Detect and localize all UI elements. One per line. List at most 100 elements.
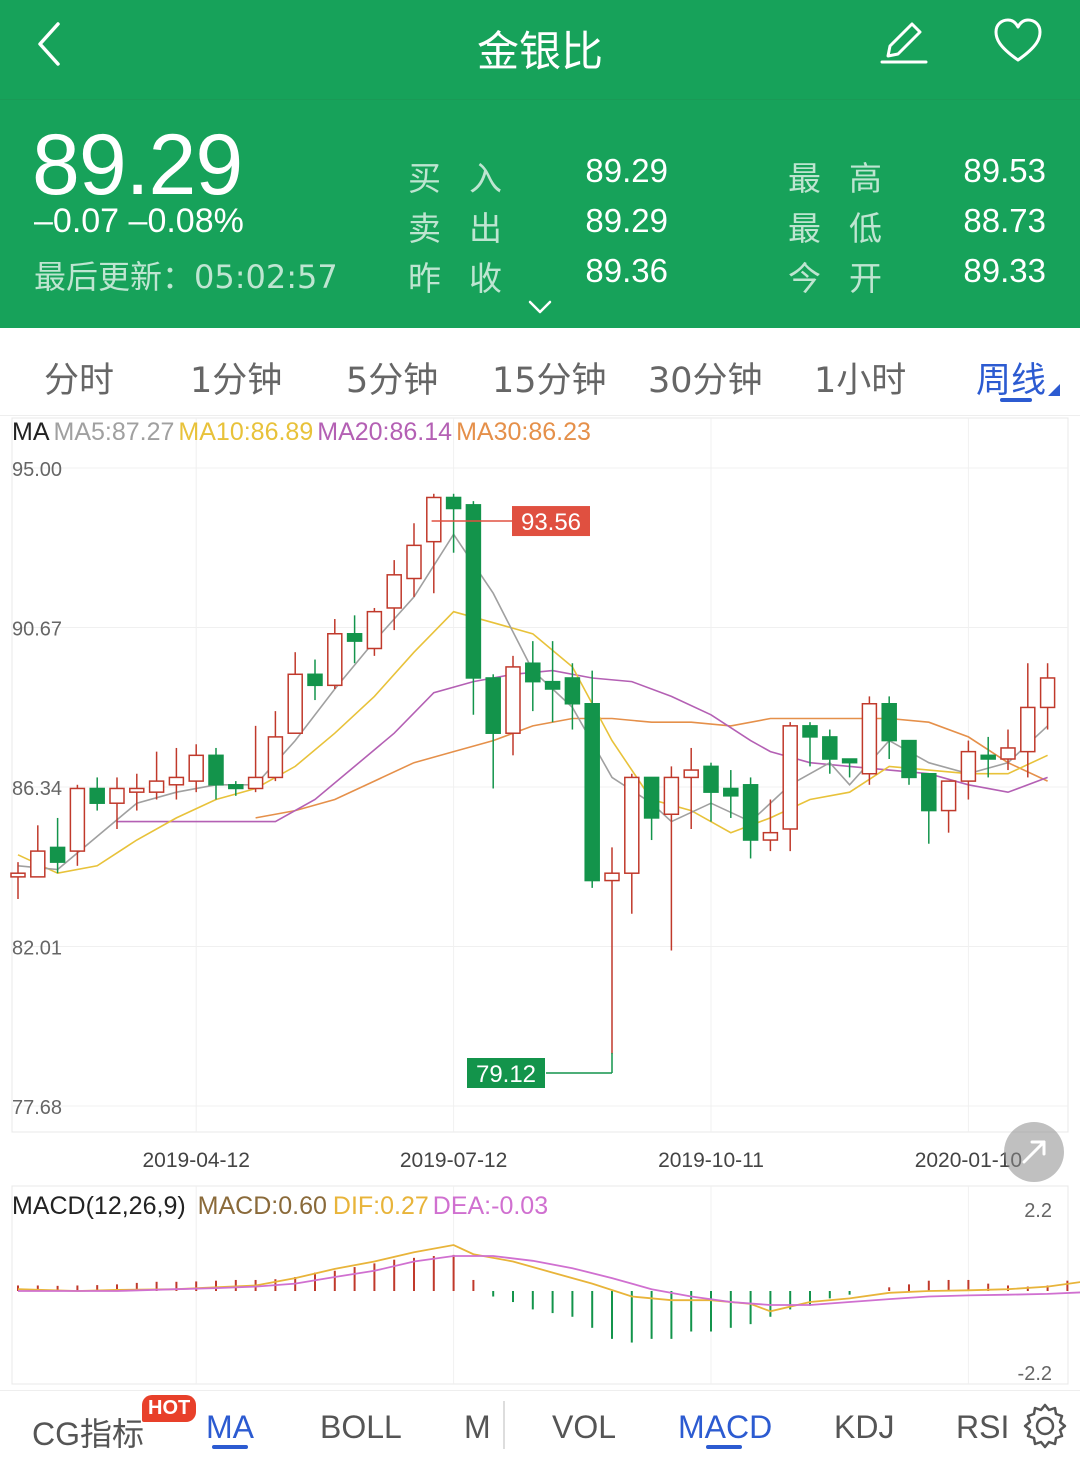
candle-body xyxy=(406,544,422,580)
macd-value: MACD:0.60 xyxy=(197,1192,327,1220)
prev-close-value: 89.36 xyxy=(585,252,668,289)
x-tick-label: 2019-07-12 xyxy=(400,1149,507,1172)
ask-value: 89.29 xyxy=(585,202,668,239)
macd-y-max-label: 2.2 xyxy=(1024,1200,1052,1222)
macd-y-axis-labels: 2.2 -2.2 xyxy=(1018,1200,1052,1385)
dea-value: DEA:-0.03 xyxy=(432,1192,549,1220)
tab-timeshare[interactable]: 分时 xyxy=(44,352,114,403)
tab-1hour[interactable]: 1小时 xyxy=(814,352,906,403)
fullscreen-chart-button[interactable] xyxy=(1004,1122,1064,1182)
tab-1min[interactable]: 1分钟 xyxy=(190,352,282,403)
chevron-down-icon xyxy=(528,300,552,314)
min-price-label: 79.12 xyxy=(476,1061,536,1088)
prev-close-label: 昨收 xyxy=(408,259,530,298)
candle xyxy=(604,847,620,1054)
candle xyxy=(663,766,680,951)
candle-body xyxy=(960,750,977,782)
candle-body xyxy=(485,677,501,734)
hot-badge: HOT xyxy=(142,1395,197,1422)
period-dropdown-icon[interactable] xyxy=(1048,384,1060,396)
candle xyxy=(742,777,759,859)
candle xyxy=(89,777,105,811)
tab-5min[interactable]: 5分钟 xyxy=(346,352,438,403)
low-label: 最低 xyxy=(788,209,910,248)
y-tick-label: 82.01 xyxy=(12,938,62,960)
candle xyxy=(544,641,561,723)
candle-body xyxy=(802,725,818,738)
indicator-settings-button[interactable] xyxy=(1020,1401,1070,1451)
candle xyxy=(802,722,818,767)
candle-body xyxy=(445,496,462,510)
candle xyxy=(426,493,442,594)
candle-body xyxy=(663,776,680,816)
candle xyxy=(782,722,798,852)
candle xyxy=(327,619,343,690)
candle-body xyxy=(89,787,105,804)
indicator-tab-cg[interactable]: CG指标 xyxy=(32,1409,144,1455)
ask-label: 卖出 xyxy=(408,209,530,248)
candle-body xyxy=(1020,706,1036,753)
candle xyxy=(841,758,858,778)
candle xyxy=(267,711,284,782)
candle-body xyxy=(762,831,779,841)
candle-body xyxy=(564,677,581,705)
candle-body xyxy=(980,754,996,760)
candle-body xyxy=(881,703,897,742)
candle-body xyxy=(525,662,541,683)
candle xyxy=(861,696,878,785)
candle-body xyxy=(940,780,957,812)
candle xyxy=(346,615,363,664)
candle xyxy=(960,740,977,800)
candle xyxy=(228,781,244,796)
edit-button[interactable] xyxy=(874,12,934,72)
indicator-tab-macd[interactable]: MACD xyxy=(678,1409,772,1446)
pencil-icon xyxy=(880,22,928,64)
macd-tab-indicator xyxy=(706,1445,742,1449)
tab-30min[interactable]: 30分钟 xyxy=(648,352,763,403)
candle-body xyxy=(129,787,145,793)
candle xyxy=(208,747,224,800)
candle xyxy=(643,776,660,841)
kline-chart[interactable]: 95.00 90.67 86.34 82.01 77.68 2019-04-12 2019… xyxy=(0,416,1080,1176)
indicator-tab-m[interactable]: M xyxy=(464,1409,491,1446)
candle-body xyxy=(723,787,739,797)
candle-body xyxy=(49,846,66,863)
ma30-value: MA30:86.23 xyxy=(456,418,591,446)
indicator-tab-boll[interactable]: BOLL xyxy=(320,1409,402,1446)
indicator-tab-kdj[interactable]: KDJ xyxy=(834,1409,894,1446)
candle-body xyxy=(426,496,442,543)
candle xyxy=(1039,663,1056,730)
candle-body xyxy=(346,633,363,642)
candle xyxy=(703,762,719,822)
x-axis-labels: 2019-04-12 2019-07-12 2019-10-11 2020-01-10 xyxy=(142,1149,1022,1172)
tab-separator xyxy=(503,1401,505,1449)
open-label: 今开 xyxy=(788,259,910,298)
candle xyxy=(445,493,462,553)
candle-body xyxy=(742,784,759,841)
dif-value: DIF:0.27 xyxy=(332,1192,429,1220)
candle-body xyxy=(822,736,838,760)
dif-line xyxy=(17,1244,1080,1313)
candle-body xyxy=(465,504,482,679)
candles xyxy=(10,493,1056,1054)
bid-value: 89.29 xyxy=(585,152,668,189)
candle-body xyxy=(148,780,165,793)
expand-quotes-button[interactable] xyxy=(522,292,558,322)
candle xyxy=(406,523,422,597)
indicator-tab-ma[interactable]: MA xyxy=(206,1409,254,1446)
favorite-button[interactable] xyxy=(988,12,1048,72)
tab-15min[interactable]: 15分钟 xyxy=(492,352,607,403)
candle-body xyxy=(287,673,303,734)
candle xyxy=(386,560,402,631)
candle xyxy=(247,725,264,793)
candle xyxy=(307,659,323,701)
candle-body xyxy=(643,776,660,819)
candle-body xyxy=(307,673,323,687)
indicator-tab-rsi[interactable]: RSI xyxy=(956,1409,1009,1446)
tab-weekly[interactable]: 周线 xyxy=(976,352,1046,403)
candle-body xyxy=(921,772,937,812)
candle-body xyxy=(505,666,521,734)
indicator-tab-vol[interactable]: VOL xyxy=(552,1409,616,1446)
update-time: 05:02:57 xyxy=(194,258,338,296)
candle-body xyxy=(1000,747,1016,760)
